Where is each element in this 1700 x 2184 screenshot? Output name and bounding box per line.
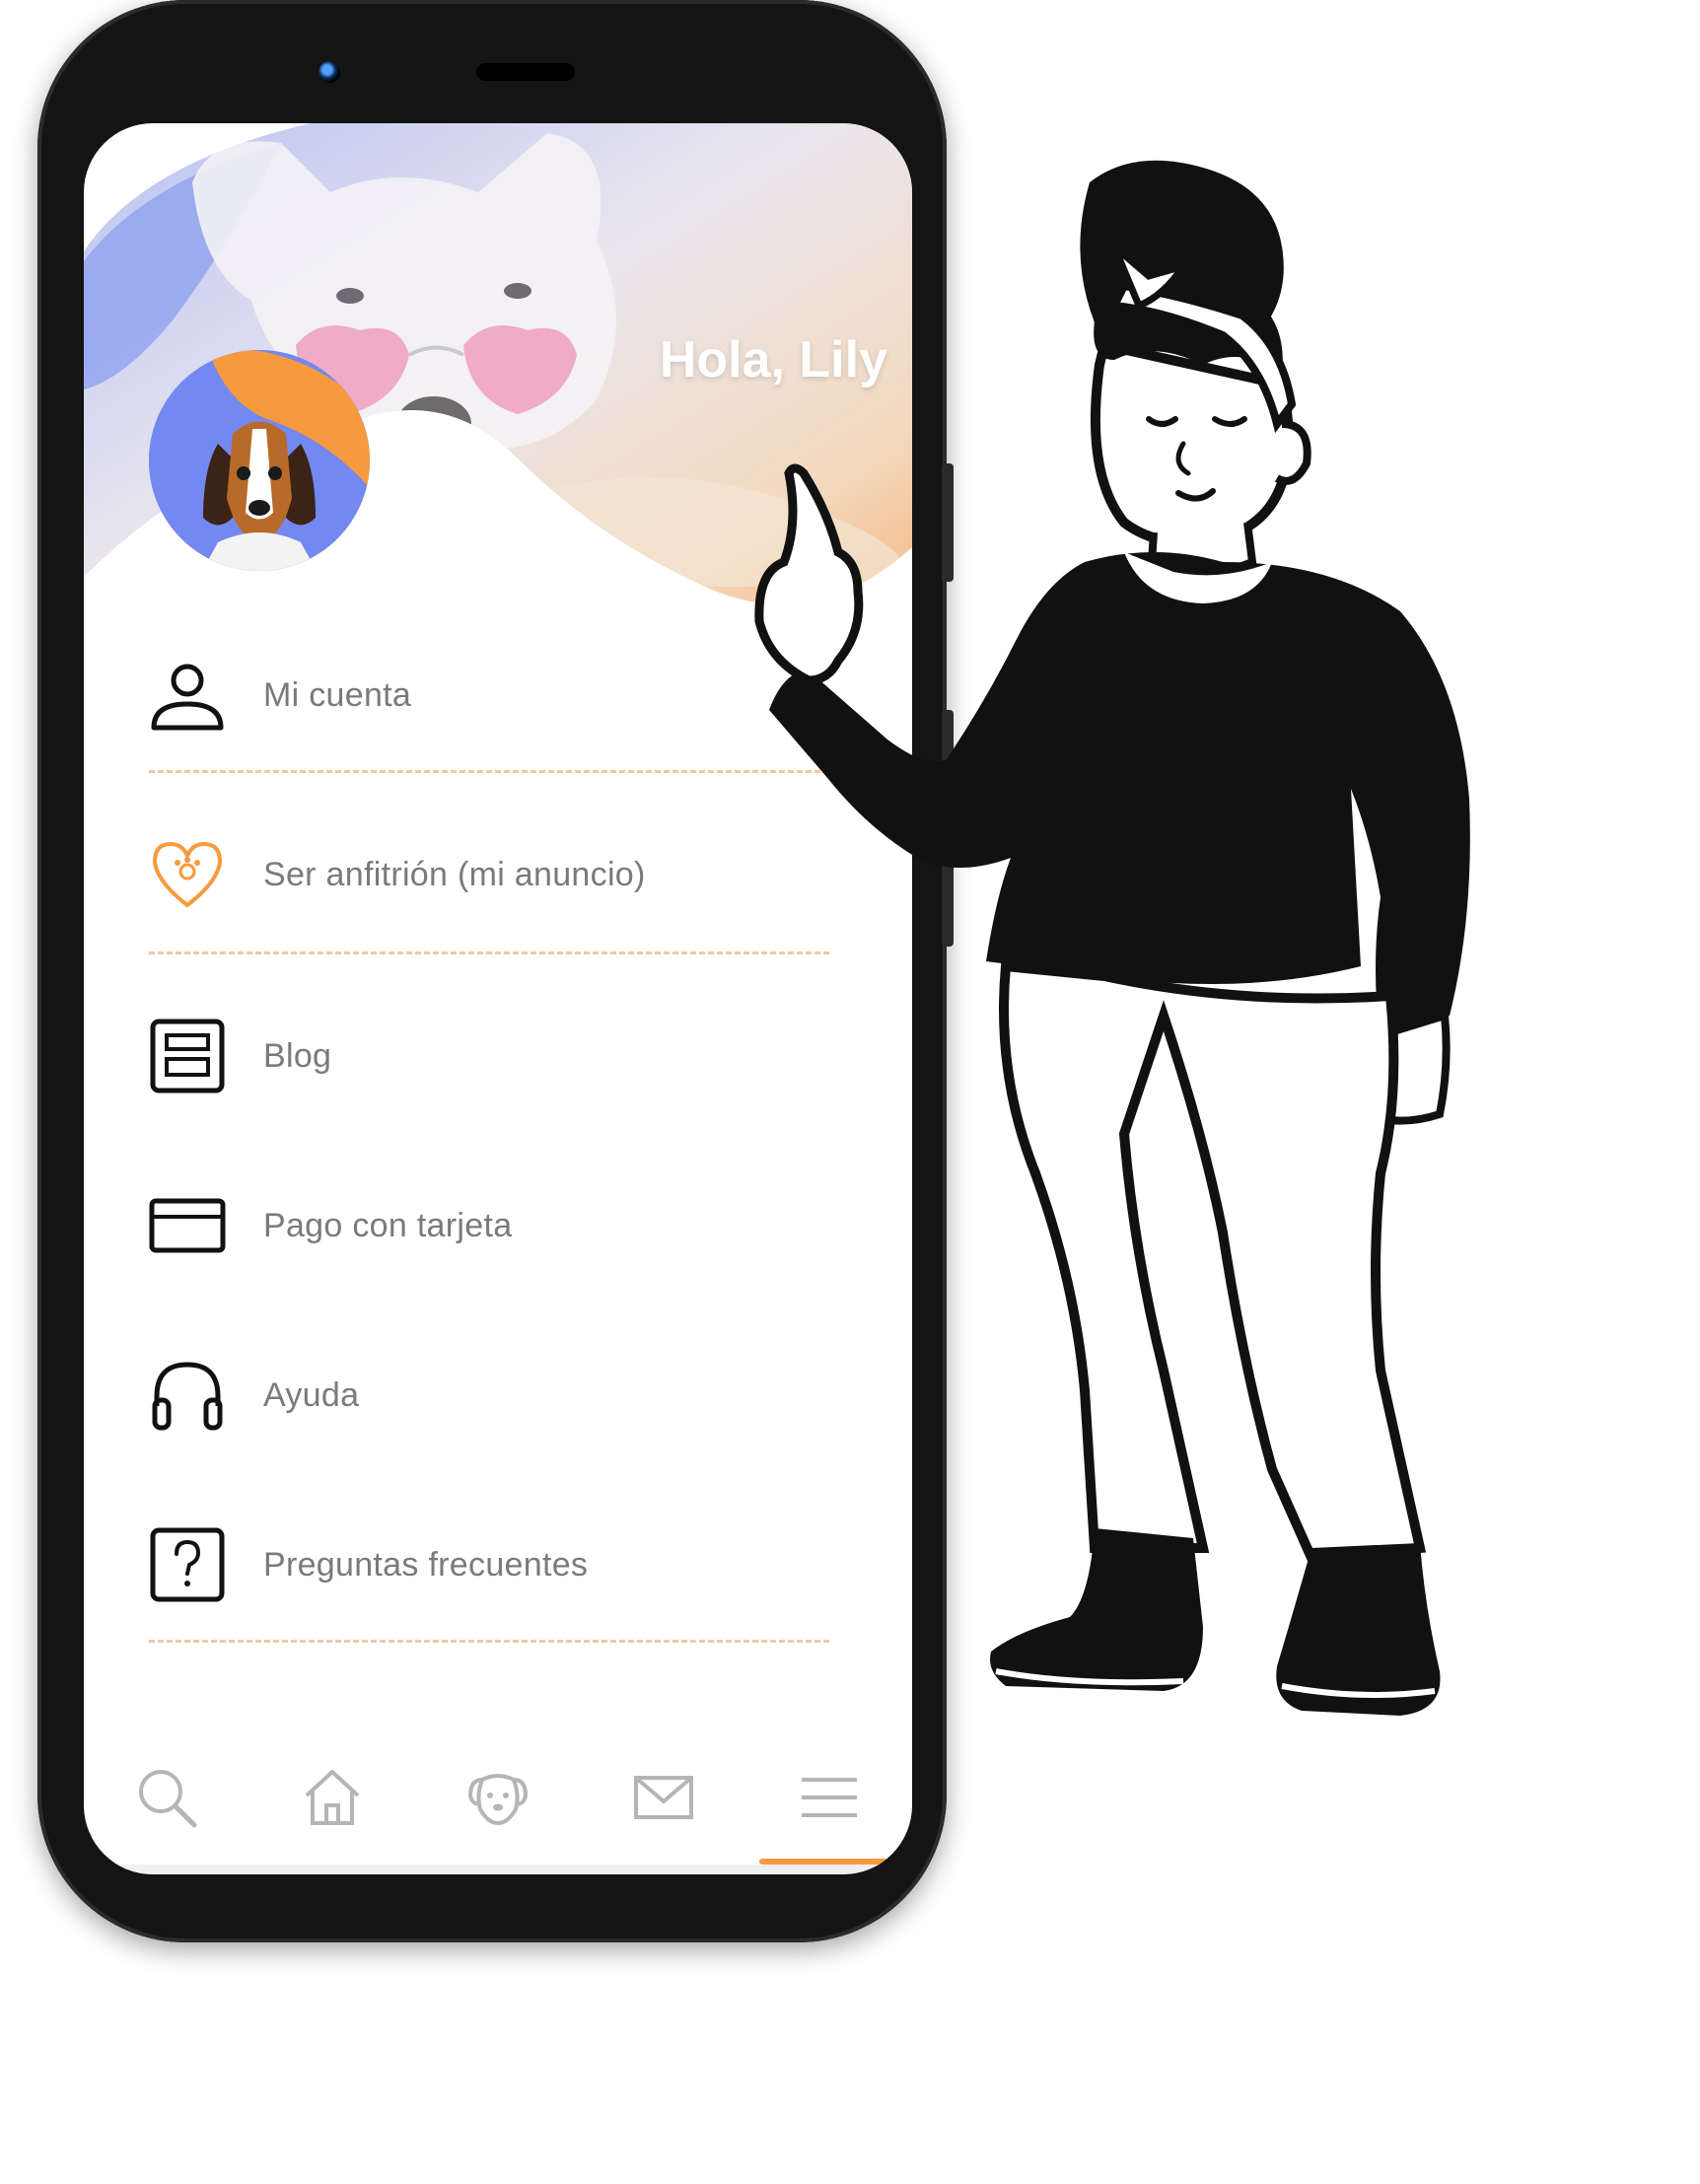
- menu-item-label: Preguntas frecuentes: [263, 1545, 589, 1584]
- front-camera: [319, 61, 340, 83]
- heart-paw-icon: [149, 836, 226, 913]
- woman-illustration: [754, 160, 1470, 1716]
- beagle-avatar-image: [149, 350, 370, 571]
- nav-search-button[interactable]: [117, 1748, 216, 1847]
- mail-icon: [634, 1775, 693, 1819]
- avatar[interactable]: [149, 350, 370, 571]
- menu-item-label: Pago con tarjeta: [263, 1206, 513, 1244]
- blog-layout-icon: [149, 1018, 226, 1094]
- headphones-icon: [149, 1357, 226, 1434]
- home-icon: [305, 1769, 360, 1825]
- dog-icon: [467, 1773, 529, 1825]
- menu-item-label: Blog: [263, 1036, 332, 1075]
- nav-home-button[interactable]: [283, 1748, 382, 1847]
- nav-dog-button[interactable]: [449, 1748, 547, 1847]
- earpiece-speaker: [476, 63, 575, 81]
- credit-card-icon: [149, 1187, 226, 1264]
- menu-item-label: Mi cuenta: [263, 675, 412, 714]
- menu-item-label: Ser anfitrión (mi anuncio): [263, 855, 646, 893]
- menu-item-label: Ayuda: [263, 1375, 360, 1414]
- person-icon: [149, 657, 226, 734]
- search-icon: [139, 1769, 197, 1827]
- question-box-icon: [149, 1526, 226, 1603]
